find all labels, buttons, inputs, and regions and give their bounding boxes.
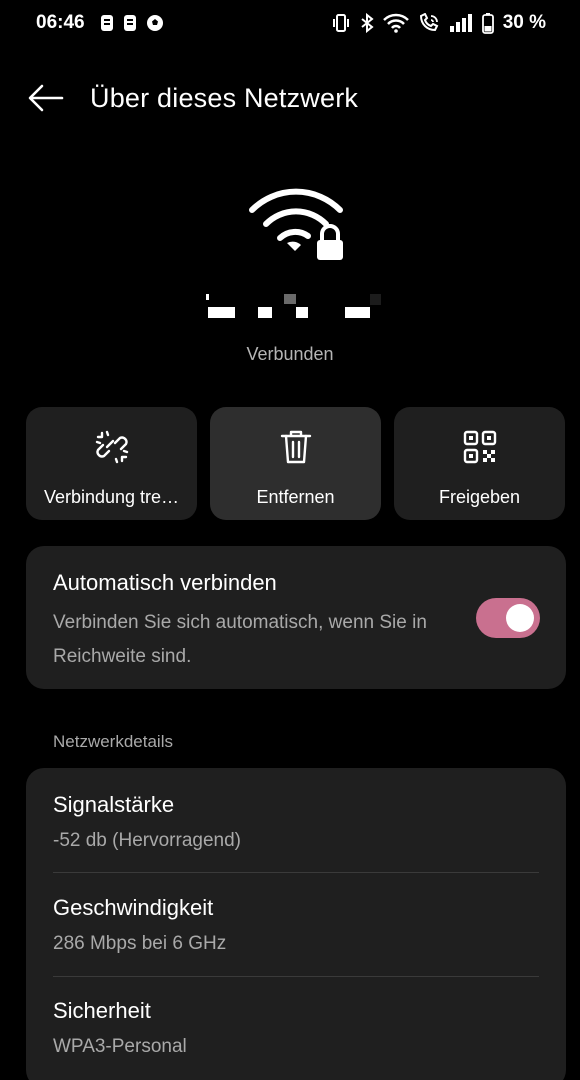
toggle-knob xyxy=(506,604,534,632)
section-header-network-details: Netzwerkdetails xyxy=(53,732,173,751)
vibrate-icon xyxy=(331,13,351,33)
detail-title: Geschwindigkeit xyxy=(53,895,214,920)
signal-icon xyxy=(449,13,473,33)
detail-title: Sicherheit xyxy=(53,998,151,1023)
detail-signal-strength: Signalstärke -52 db (Hervorragend) xyxy=(53,792,539,852)
detail-value: -52 db (Hervorragend) xyxy=(53,830,241,851)
connection-status: Verbunden xyxy=(246,344,334,364)
detail-value: WPA3-Personal xyxy=(53,1036,187,1057)
bluetooth-icon xyxy=(360,13,374,33)
status-time: 06:46 xyxy=(36,12,85,33)
auto-connect-toggle[interactable] xyxy=(476,598,540,638)
auto-connect-card[interactable]: Automatisch verbinden Verbinden Sie sich… xyxy=(26,546,566,689)
remove-network-button[interactable]: Entfernen xyxy=(210,407,381,520)
wifi-calling-icon xyxy=(418,13,440,33)
disconnect-button[interactable]: Verbindung tre… xyxy=(26,407,197,520)
app-bar: Über dieses Netzwerk xyxy=(0,70,580,126)
wifi-lock-icon xyxy=(244,182,348,264)
page-title: Über dieses Netzwerk xyxy=(90,82,359,113)
detail-value: 286 Mbps bei 6 GHz xyxy=(53,933,227,954)
auto-connect-description: Verbinden Sie sich automatisch, wenn Sie… xyxy=(53,612,427,667)
screen: 06:46 30 % Über dieses Netzwerk Verbunde… xyxy=(0,0,580,1080)
detail-speed: Geschwindigkeit 286 Mbps bei 6 GHz xyxy=(53,895,539,955)
qr-code-icon xyxy=(463,429,497,465)
status-bar: 06:46 30 % xyxy=(0,0,580,46)
share-label: Freigeben xyxy=(438,487,521,507)
football-icon xyxy=(146,14,164,32)
battery-icon xyxy=(481,12,494,34)
wifi-icon xyxy=(382,13,409,33)
auto-connect-title: Automatisch verbinden xyxy=(53,570,277,595)
share-network-button[interactable]: Freigeben xyxy=(394,407,565,520)
trash-icon xyxy=(280,429,312,465)
battery-percentage: 30 % xyxy=(502,12,546,33)
action-row: Verbindung tre… Entfernen Freigeben xyxy=(26,407,566,520)
arrow-left-icon xyxy=(28,84,64,112)
back-button[interactable] xyxy=(26,78,66,118)
unlink-icon xyxy=(94,429,130,465)
network-details-card: Signalstärke -52 db (Hervorragend) Gesch… xyxy=(26,768,566,1080)
disconnect-label: Verbindung tre… xyxy=(43,487,180,507)
remove-label: Entfernen xyxy=(256,487,335,507)
detail-security: Sicherheit WPA3-Personal xyxy=(53,998,539,1058)
divider xyxy=(53,976,539,977)
sim-notification-icon xyxy=(123,14,137,32)
detail-title: Signalstärke xyxy=(53,792,175,817)
sim-notification-icon xyxy=(100,14,114,32)
network-name-redacted xyxy=(200,290,390,322)
divider xyxy=(53,872,539,873)
